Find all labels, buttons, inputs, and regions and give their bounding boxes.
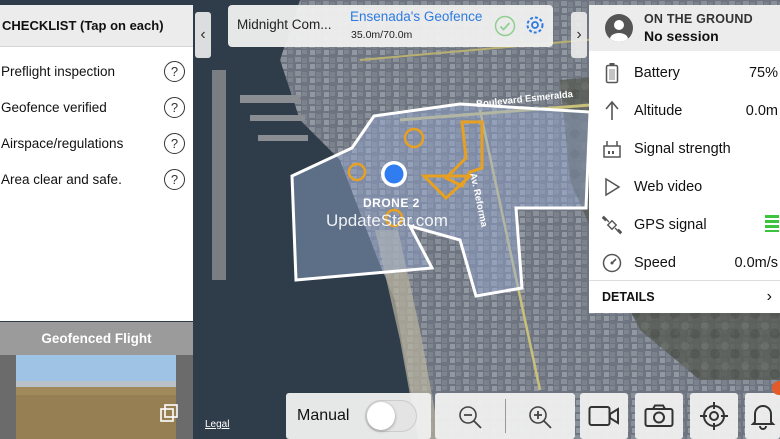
altitude-value: 0.0m (745, 103, 778, 119)
help-icon[interactable]: ? (164, 168, 185, 190)
geofence-name[interactable]: Ensenada's Geofence (350, 9, 482, 24)
toggle-knob (367, 402, 395, 430)
checklist-item-label: Preflight inspection (1, 63, 116, 79)
help-icon[interactable]: ? (164, 132, 185, 154)
checklist-panel: CHECKLIST (Tap on each) Preflight inspec… (0, 5, 193, 321)
status-label: Battery (634, 65, 680, 81)
photo-button[interactable] (635, 393, 683, 439)
status-row-gps: GPS signal (589, 206, 780, 244)
zoom-out-icon (459, 406, 482, 429)
zoom-in-button[interactable] (527, 404, 553, 435)
status-row-signal: Signal strength (589, 130, 780, 168)
preview-title: Geofenced Flight (0, 322, 193, 355)
status-header: ON THE GROUND No session (589, 5, 780, 51)
bell-icon (750, 405, 775, 430)
status-label: Speed (634, 255, 676, 271)
manual-toggle[interactable] (365, 400, 417, 432)
details-button[interactable]: DETAILS › (589, 280, 780, 313)
checklist-item-geofence[interactable]: Geofence verified ? (0, 89, 193, 125)
video-camera-icon (588, 406, 619, 426)
geofence-dimensions: 35.0m/70.0m (351, 29, 413, 41)
manual-label: Manual (297, 407, 350, 424)
legal-link[interactable]: Legal (205, 419, 229, 430)
status-row-web-video[interactable]: Web video (589, 168, 780, 206)
checklist-item-label: Area clear and safe. (1, 171, 122, 187)
status-label: GPS signal (634, 217, 707, 233)
status-row-speed: Speed 0.0m/s (589, 244, 780, 282)
checklist-item-label: Airspace/regulations (1, 135, 124, 151)
altitude-icon (601, 100, 623, 122)
manual-control: Manual (286, 393, 431, 439)
gear-icon[interactable] (524, 14, 546, 36)
signal-strength-icon (601, 138, 623, 160)
checklist-item-airspace[interactable]: Airspace/regulations ? (0, 125, 193, 161)
collapse-right-arrow[interactable]: › (571, 12, 587, 58)
checklist-item-label: Geofence verified (1, 99, 107, 115)
status-row-altitude: Altitude 0.0m (589, 92, 780, 130)
video-button[interactable] (580, 393, 628, 439)
camera-preview-image[interactable] (0, 355, 193, 439)
chevron-right-icon: › (766, 288, 772, 305)
checklist-item-area-clear[interactable]: Area clear and safe. ? (0, 161, 193, 197)
status-label: Altitude (634, 103, 683, 119)
battery-value: 75% (748, 65, 778, 81)
gps-signal-bars (764, 213, 780, 237)
zoom-out-button[interactable] (457, 404, 483, 435)
watermark: UpdateStar.com (326, 211, 448, 230)
expand-icon[interactable] (159, 403, 179, 423)
speed-value: 0.0m/s (734, 255, 778, 271)
notifications-button[interactable] (745, 393, 780, 439)
play-icon (601, 176, 623, 198)
avatar[interactable] (605, 14, 633, 42)
zoom-controls (435, 393, 575, 439)
locate-button[interactable] (690, 393, 738, 439)
camera-preview-panel: Geofenced Flight (0, 322, 193, 439)
mission-name[interactable]: Midnight Com... (237, 17, 332, 32)
checklist-item-preflight[interactable]: Preflight inspection ? (0, 53, 193, 89)
status-label: Signal strength (634, 141, 731, 157)
check-circle-icon[interactable] (494, 15, 516, 37)
crosshair-icon (700, 402, 728, 430)
drone-label: DRONE 2 (363, 196, 420, 210)
collapse-left-arrow[interactable]: ‹ (195, 12, 211, 58)
details-label: DETAILS (602, 290, 655, 304)
zoom-in-icon (529, 406, 552, 429)
camera-icon (644, 404, 674, 427)
status-label: Web video (634, 179, 703, 195)
speedometer-icon (601, 252, 623, 274)
checklist-title: CHECKLIST (Tap on each) (0, 5, 193, 47)
status-row-battery: Battery 75% (589, 54, 780, 92)
flight-state: ON THE GROUND (644, 12, 753, 26)
mission-bar[interactable]: Midnight Com... Ensenada's Geofence 35.0… (228, 5, 553, 47)
satellite-icon (601, 214, 623, 236)
session-status: No session (644, 28, 719, 44)
help-icon[interactable]: ? (164, 96, 185, 118)
help-icon[interactable]: ? (164, 60, 185, 82)
status-panel: ON THE GROUND No session Battery 75% Alt… (589, 5, 780, 313)
divider (505, 399, 506, 433)
battery-icon (601, 62, 623, 84)
notification-badge (772, 381, 780, 395)
